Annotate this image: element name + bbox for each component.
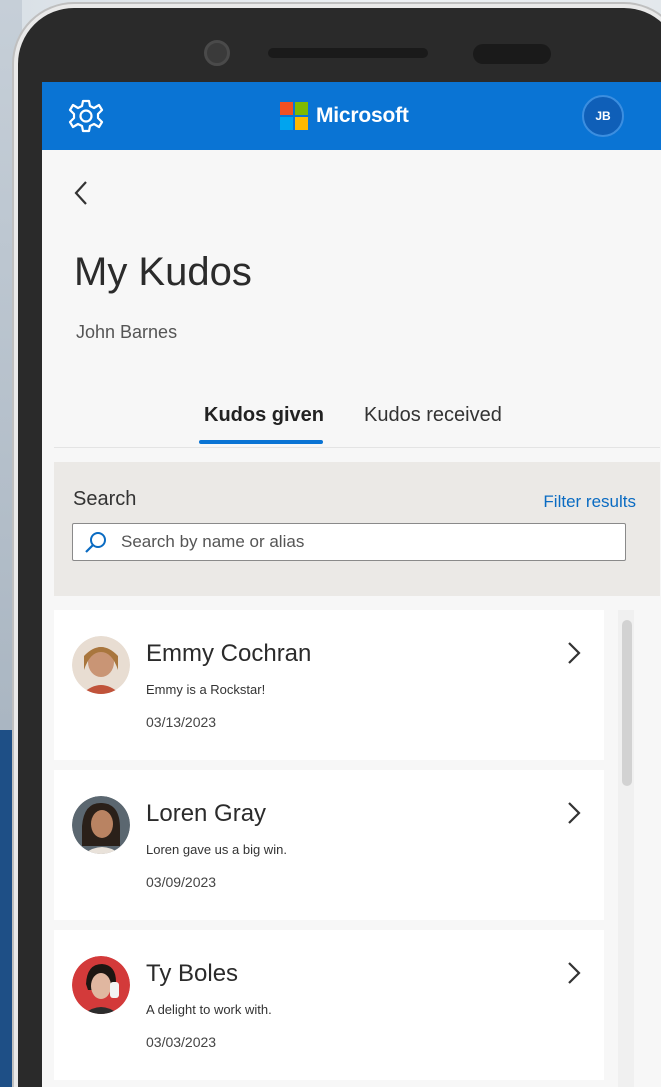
- tab-kudos-given[interactable]: Kudos given: [204, 404, 324, 427]
- kudos-name: Loren Gray: [146, 800, 267, 827]
- microsoft-logo-square: [280, 102, 293, 115]
- search-label: Search: [73, 488, 137, 510]
- page-title: My Kudos: [74, 250, 252, 294]
- speaker-grille: [268, 48, 428, 58]
- kudos-name: Emmy Cochran: [146, 640, 312, 667]
- chevron-right-icon: [568, 802, 581, 824]
- search-input[interactable]: [121, 532, 601, 552]
- brand: Microsoft: [280, 102, 409, 130]
- avatar: [72, 956, 130, 1014]
- list-item[interactable]: Ty Boles A delight to work with. 03/03/2…: [54, 930, 604, 1080]
- microsoft-logo-icon: [280, 102, 308, 130]
- list-item[interactable]: Emmy Cochran Emmy is a Rockstar! 03/13/2…: [54, 610, 604, 760]
- brand-name: Microsoft: [316, 104, 409, 127]
- gear-icon[interactable]: [66, 96, 106, 136]
- tab-bar: Kudos given Kudos received: [54, 382, 660, 448]
- microsoft-logo-square: [295, 102, 308, 115]
- microsoft-logo-square: [280, 117, 293, 130]
- user-avatar[interactable]: JB: [582, 95, 624, 137]
- avatar: [72, 796, 130, 854]
- back-icon[interactable]: [72, 178, 90, 214]
- kudos-message: A delight to work with.: [146, 1002, 272, 1017]
- user-name: John Barnes: [76, 322, 178, 342]
- phone-frame: Microsoft JB My Kudos John Barnes Kudos …: [14, 4, 661, 1087]
- app-screen: Microsoft JB My Kudos John Barnes Kudos …: [42, 82, 661, 1087]
- active-tab-indicator: [199, 440, 323, 444]
- scrollbar[interactable]: [618, 610, 634, 1087]
- kudos-date: 03/03/2023: [146, 1034, 217, 1050]
- kudos-name: Ty Boles: [146, 960, 239, 987]
- scrollbar-thumb[interactable]: [622, 620, 632, 786]
- app-bar: Microsoft JB: [42, 82, 661, 150]
- phone-top-bezel: [18, 8, 661, 82]
- kudos-list: Emmy Cochran Emmy is a Rockstar! 03/13/2…: [54, 610, 614, 1087]
- chevron-right-icon: [568, 962, 581, 984]
- kudos-message: Emmy is a Rockstar!: [146, 682, 266, 697]
- list-item[interactable]: Loren Gray Loren gave us a big win. 03/0…: [54, 770, 604, 920]
- sensor: [473, 44, 551, 64]
- kudos-date: 03/13/2023: [146, 714, 217, 730]
- search-box[interactable]: [72, 523, 626, 561]
- tab-kudos-received[interactable]: Kudos received: [364, 404, 502, 427]
- microsoft-logo-square: [295, 117, 308, 130]
- chevron-right-icon: [568, 642, 581, 664]
- camera-icon: [204, 40, 230, 66]
- kudos-message: Loren gave us a big win.: [146, 842, 287, 857]
- avatar: [72, 636, 130, 694]
- search-panel: Search Filter results: [54, 462, 660, 596]
- search-icon: [85, 532, 106, 553]
- filter-results-link[interactable]: Filter results: [543, 492, 636, 512]
- kudos-date: 03/09/2023: [146, 874, 217, 890]
